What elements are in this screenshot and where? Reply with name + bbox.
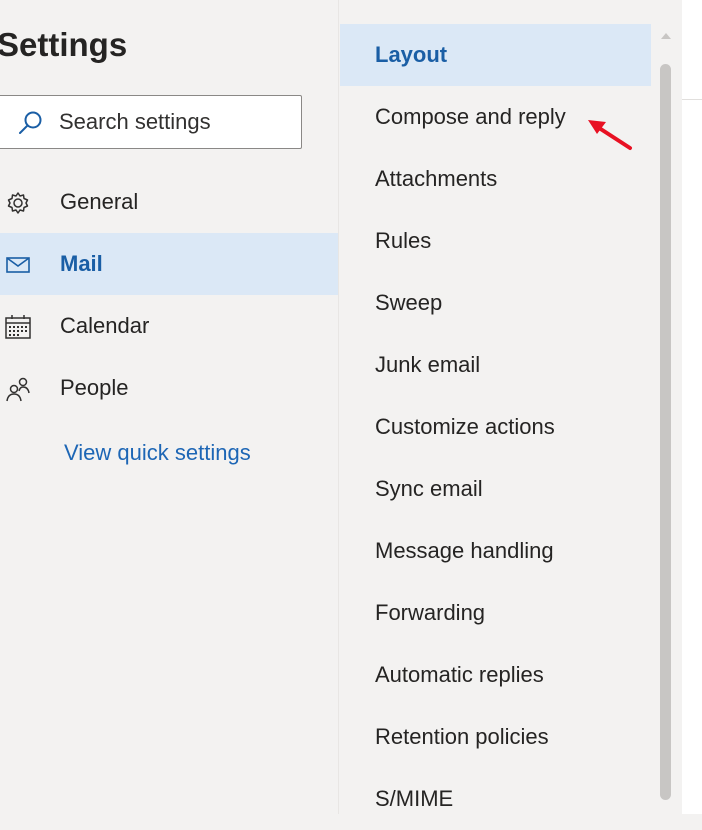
menu-item-customize-actions[interactable]: Customize actions bbox=[340, 396, 651, 458]
menu-item-label: Message handling bbox=[375, 538, 554, 563]
nav-item-calendar[interactable]: Calendar bbox=[0, 295, 338, 357]
menu-item-attachments[interactable]: Attachments bbox=[340, 148, 651, 210]
menu-item-label: Compose and reply bbox=[375, 104, 566, 129]
menu-item-label: Rules bbox=[375, 228, 432, 253]
nav-item-people[interactable]: People bbox=[0, 357, 338, 419]
menu-item-rules[interactable]: Rules bbox=[340, 210, 651, 272]
nav-item-label: General bbox=[60, 189, 139, 214]
menu-item-label: Retention policies bbox=[375, 724, 549, 749]
menu-item-layout[interactable]: Layout bbox=[340, 24, 651, 86]
gear-icon bbox=[7, 192, 29, 214]
calendar-icon bbox=[5, 315, 31, 339]
search-icon bbox=[19, 111, 42, 134]
search-input[interactable] bbox=[59, 108, 289, 136]
people-icon bbox=[6, 377, 30, 402]
nav-item-label: Calendar bbox=[60, 313, 150, 338]
content-divider bbox=[682, 99, 702, 100]
menu-item-sync-email[interactable]: Sync email bbox=[340, 458, 651, 520]
menu-item-label: Automatic replies bbox=[375, 662, 544, 687]
menu-item-label: Customize actions bbox=[375, 414, 555, 439]
mail-icon bbox=[6, 257, 30, 273]
menu-item-label: Forwarding bbox=[375, 600, 486, 625]
nav-item-label: Mail bbox=[60, 251, 103, 276]
menu-item-label: Sweep bbox=[375, 290, 443, 315]
scrollbar-thumb[interactable] bbox=[660, 64, 671, 800]
menu-item-automatic-replies[interactable]: Automatic replies bbox=[340, 644, 651, 706]
content-pane bbox=[682, 0, 702, 814]
annotation-arrow-icon bbox=[588, 120, 632, 150]
menu-item-junk-email[interactable]: Junk email bbox=[340, 334, 651, 396]
search-box[interactable] bbox=[0, 95, 302, 149]
menu-item-forwarding[interactable]: Forwarding bbox=[340, 582, 651, 644]
menu-item-message-handling[interactable]: Message handling bbox=[340, 520, 651, 582]
menu-item-label: Junk email bbox=[375, 352, 481, 377]
nav-item-general[interactable]: General bbox=[0, 171, 338, 233]
nav-item-label: People bbox=[60, 375, 129, 400]
scroll-up-arrow-icon[interactable] bbox=[661, 33, 671, 39]
menu-item-label: S/MIME bbox=[375, 786, 454, 811]
menu-item-label: Attachments bbox=[375, 166, 498, 191]
menu-item-label: Layout bbox=[375, 42, 448, 67]
menu-item-sweep[interactable]: Sweep bbox=[340, 272, 651, 334]
settings-nav-pane: Settings General Mail bbox=[0, 0, 338, 814]
nav-item-mail[interactable]: Mail bbox=[0, 233, 338, 295]
menu-item-label: Sync email bbox=[375, 476, 483, 501]
page-title: Settings bbox=[0, 26, 128, 63]
view-quick-settings-link[interactable]: View quick settings bbox=[64, 440, 251, 466]
menu-item-retention-policies[interactable]: Retention policies bbox=[340, 706, 651, 768]
menu-item-smime[interactable]: S/MIME bbox=[340, 768, 651, 830]
